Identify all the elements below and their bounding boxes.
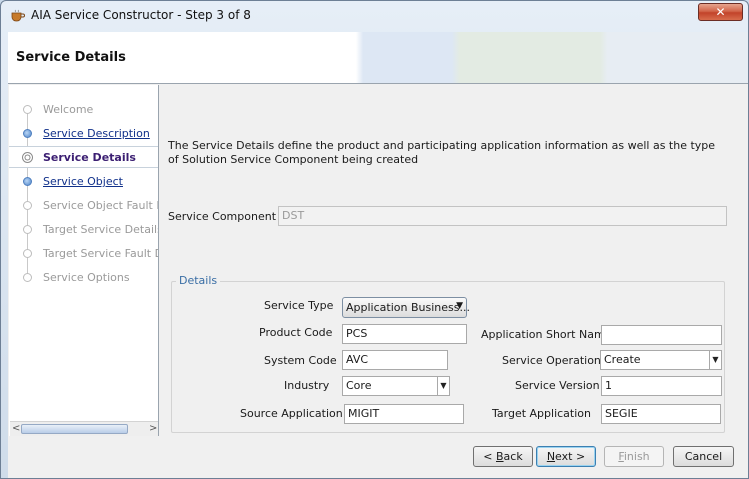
back-mnemonic: B <box>496 450 504 463</box>
service-version-input[interactable]: 1 <box>601 376 722 396</box>
nav-step-label: Service Options <box>43 271 130 284</box>
industry-value: Core <box>346 379 372 392</box>
service-component-field: DST <box>278 206 727 226</box>
nav-step-service-object-fault: Service Object Fault Det <box>9 195 158 217</box>
application-short-name-input[interactable] <box>601 325 722 345</box>
cancel-button[interactable]: Cancel <box>673 446 734 467</box>
back-button[interactable]: < Back <box>473 446 533 467</box>
details-legend: Details <box>176 274 221 287</box>
nav-step-label[interactable]: Service Description <box>43 127 150 140</box>
scrollbar-thumb[interactable] <box>21 424 128 434</box>
nav-step-target-service-details: Target Service Details <box>9 219 159 241</box>
window-title: AIA Service Constructor - Step 3 of 8 <box>31 8 251 22</box>
close-button[interactable]: ✕ <box>698 3 743 21</box>
nav-step-service-options: Service Options <box>9 267 158 289</box>
step-dot-icon <box>23 129 32 138</box>
product-code-input[interactable]: PCS <box>342 324 467 344</box>
wizard-client-area: Service Details Welcome Service Descript… <box>8 32 748 478</box>
application-short-name-label: Application Short Name <box>481 328 612 341</box>
title-bar[interactable]: AIA Service Constructor - Step 3 of 8 ✕ <box>1 1 748 31</box>
next-label: ext > <box>555 450 586 463</box>
step-dot-icon <box>23 177 32 186</box>
nav-step-service-description[interactable]: Service Description <box>9 123 158 145</box>
next-button[interactable]: Next > <box>536 446 596 467</box>
nav-step-label: Target Service Details <box>43 223 159 236</box>
app-cup-icon <box>11 9 25 22</box>
next-mnemonic: N <box>546 450 556 463</box>
scroll-right-icon[interactable]: > <box>149 423 157 434</box>
step-dot-icon <box>23 105 32 114</box>
industry-label: Industry <box>284 379 330 392</box>
current-step-icon <box>22 152 33 163</box>
nav-step-service-object[interactable]: Service Object <box>9 171 158 193</box>
service-operation-label: Service Operation <box>502 354 601 367</box>
product-code-label: Product Code <box>259 326 333 339</box>
nav-step-label: Welcome <box>43 103 94 116</box>
dropdown-arrow-icon[interactable]: ▼ <box>437 377 449 395</box>
nav-step-label: Target Service Fault Det <box>43 247 158 260</box>
nav-step-welcome: Welcome <box>9 99 158 121</box>
back-arrow-text: < <box>483 450 496 463</box>
scroll-left-icon[interactable]: < <box>12 423 20 434</box>
main-panel: The Service Details define the product a… <box>160 85 748 436</box>
nav-step-service-details: Service Details <box>9 146 158 168</box>
service-component-label: Service Component <box>168 210 277 223</box>
service-details-description: The Service Details define the product a… <box>168 139 716 166</box>
source-application-label: Source Application <box>240 407 343 420</box>
service-type-dropdown[interactable]: Application Business... ▼ <box>342 297 470 318</box>
nav-step-target-service-fault: Target Service Fault Det <box>9 243 158 265</box>
source-application-input[interactable]: MIGIT <box>344 404 464 424</box>
nav-horizontal-scrollbar[interactable]: < > <box>10 421 158 436</box>
system-code-input[interactable]: AVC <box>342 350 448 370</box>
wizard-steps-nav: Welcome Service Description Service Deta… <box>9 85 159 436</box>
nav-step-label[interactable]: Service Object <box>43 175 123 188</box>
dropdown-arrow-icon[interactable]: ▼ <box>709 351 721 369</box>
step-dot-icon <box>23 249 32 258</box>
target-application-input[interactable]: SEGIE <box>601 404 721 424</box>
dropdown-arrow-icon: ▼ <box>456 301 463 311</box>
finish-label: inish <box>623 450 650 463</box>
service-type-value: Application Business... <box>346 301 470 314</box>
nav-step-label: Service Details <box>43 151 136 164</box>
service-operation-value: Create <box>604 353 641 366</box>
target-application-label: Target Application <box>492 407 591 420</box>
system-code-label: System Code <box>264 354 337 367</box>
step-dot-icon <box>23 225 32 234</box>
industry-select[interactable]: Core ▼ <box>342 376 450 396</box>
service-type-label: Service Type <box>264 299 334 312</box>
page-title: Service Details <box>16 50 126 65</box>
back-label: ack <box>503 450 523 463</box>
nav-step-label: Service Object Fault Det <box>43 199 158 212</box>
wizard-window: AIA Service Constructor - Step 3 of 8 ✕ … <box>0 0 749 479</box>
finish-button: Finish <box>604 446 664 467</box>
step-dot-icon <box>23 201 32 210</box>
service-operation-select[interactable]: Create ▼ <box>600 350 722 370</box>
header-banner: Service Details <box>8 32 748 84</box>
service-version-label: Service Version <box>515 379 600 392</box>
step-dot-icon <box>23 273 32 282</box>
